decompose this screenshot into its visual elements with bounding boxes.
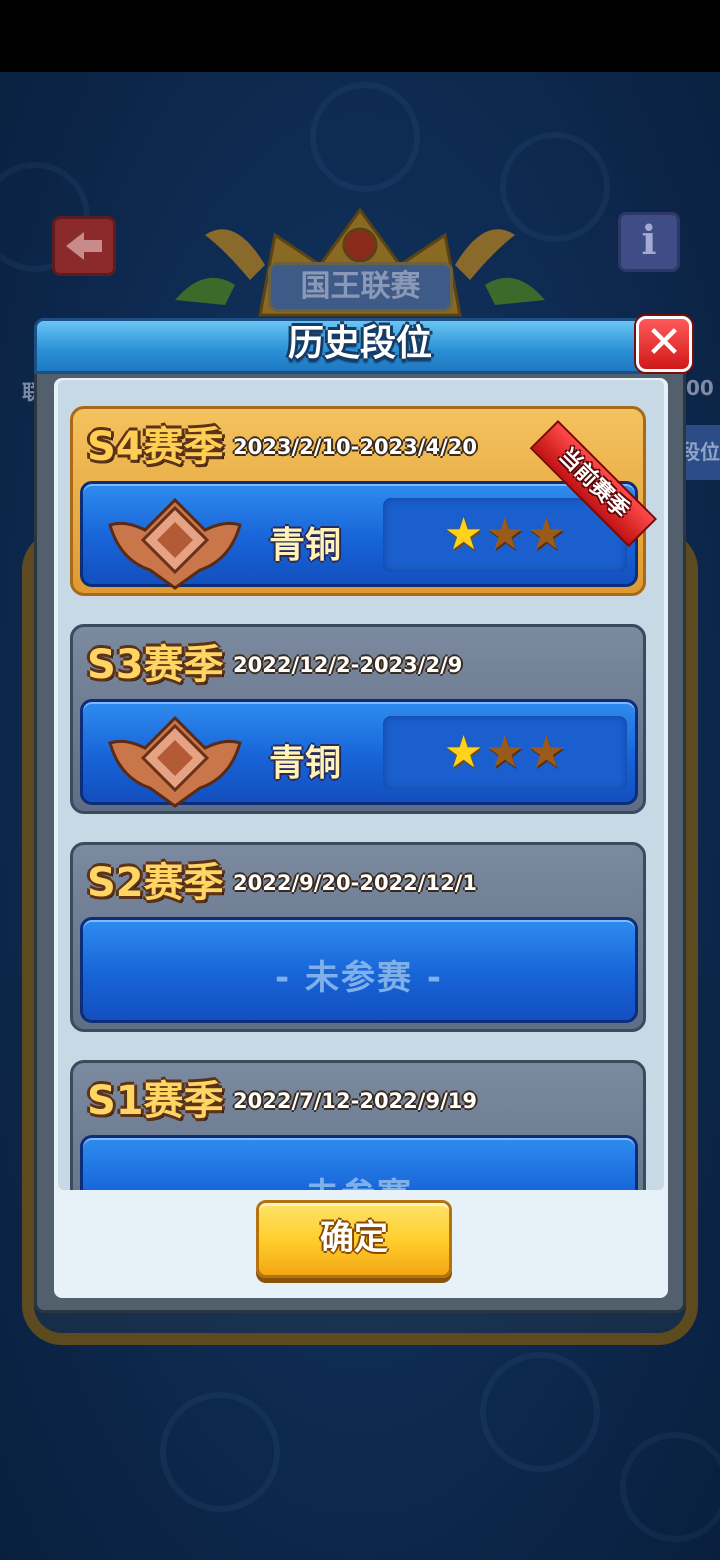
rank-panel: 青铜 ★ ★ ★ bbox=[80, 481, 638, 590]
back-arrow-icon bbox=[66, 232, 84, 260]
season-card-s2: S2赛季 2022/9/20-2022/12/1 - 未参赛 - bbox=[70, 842, 646, 1032]
rank-panel: 青铜 ★ ★ ★ bbox=[80, 699, 638, 808]
star-icon: ★ bbox=[526, 727, 567, 778]
rank-name: 青铜 bbox=[269, 525, 342, 566]
close-button[interactable]: ✕ bbox=[636, 316, 692, 372]
star-icon: ★ bbox=[443, 727, 484, 778]
season-dates: 2022/7/12-2022/9/19 bbox=[233, 1089, 477, 1113]
back-button[interactable] bbox=[52, 216, 116, 276]
close-icon: ✕ bbox=[645, 317, 683, 368]
status-bar bbox=[0, 0, 720, 72]
season-dates: 2022/9/20-2022/12/1 bbox=[233, 871, 477, 895]
not-participated-label: - 未参赛 - bbox=[275, 958, 443, 998]
rank-name: 青铜 bbox=[269, 743, 342, 784]
league-score-label: 00 bbox=[686, 376, 714, 400]
season-name: S3赛季 bbox=[87, 642, 224, 688]
rank-panel: - 未参赛 - bbox=[80, 917, 638, 1023]
confirm-button[interactable]: 确定 bbox=[256, 1200, 452, 1278]
season-list[interactable]: S4赛季 2023/2/10-2023/4/20 青铜 ★ ★ ★ S3赛季 2… bbox=[58, 380, 664, 1190]
star-icon: ★ bbox=[443, 509, 484, 560]
season-card-s1: S1赛季 2022/7/12-2022/9/19 - 未参赛 - bbox=[70, 1060, 646, 1190]
dialog-title: 历史段位 bbox=[287, 323, 432, 364]
league-title: 国王联赛 bbox=[268, 262, 453, 312]
star-icon: ★ bbox=[485, 727, 525, 778]
season-name: S1赛季 bbox=[87, 1078, 224, 1124]
season-name: S2赛季 bbox=[87, 860, 224, 906]
not-participated-label: - 未参赛 - bbox=[83, 1168, 635, 1190]
star-icon: ★ bbox=[485, 509, 525, 560]
bronze-badge-icon bbox=[108, 497, 242, 590]
rank-tab[interactable]: 段位 bbox=[680, 425, 720, 480]
rank-panel: - 未参赛 - bbox=[80, 1135, 638, 1190]
info-button[interactable]: i bbox=[618, 212, 680, 272]
rank-stars: ★ ★ ★ bbox=[383, 716, 627, 790]
season-card-s3: S3赛季 2022/12/2-2023/2/9 青铜 ★ ★ ★ bbox=[70, 624, 646, 814]
current-season-ribbon: 当前赛季 bbox=[529, 380, 678, 548]
season-dates: 2023/2/10-2023/4/20 bbox=[233, 435, 477, 459]
season-dates: 2022/12/2-2023/2/9 bbox=[233, 653, 463, 677]
bronze-badge-icon bbox=[108, 715, 242, 808]
info-icon: i bbox=[641, 217, 657, 264]
star-icon: ★ bbox=[526, 509, 567, 560]
season-name: S4赛季 bbox=[87, 424, 224, 470]
